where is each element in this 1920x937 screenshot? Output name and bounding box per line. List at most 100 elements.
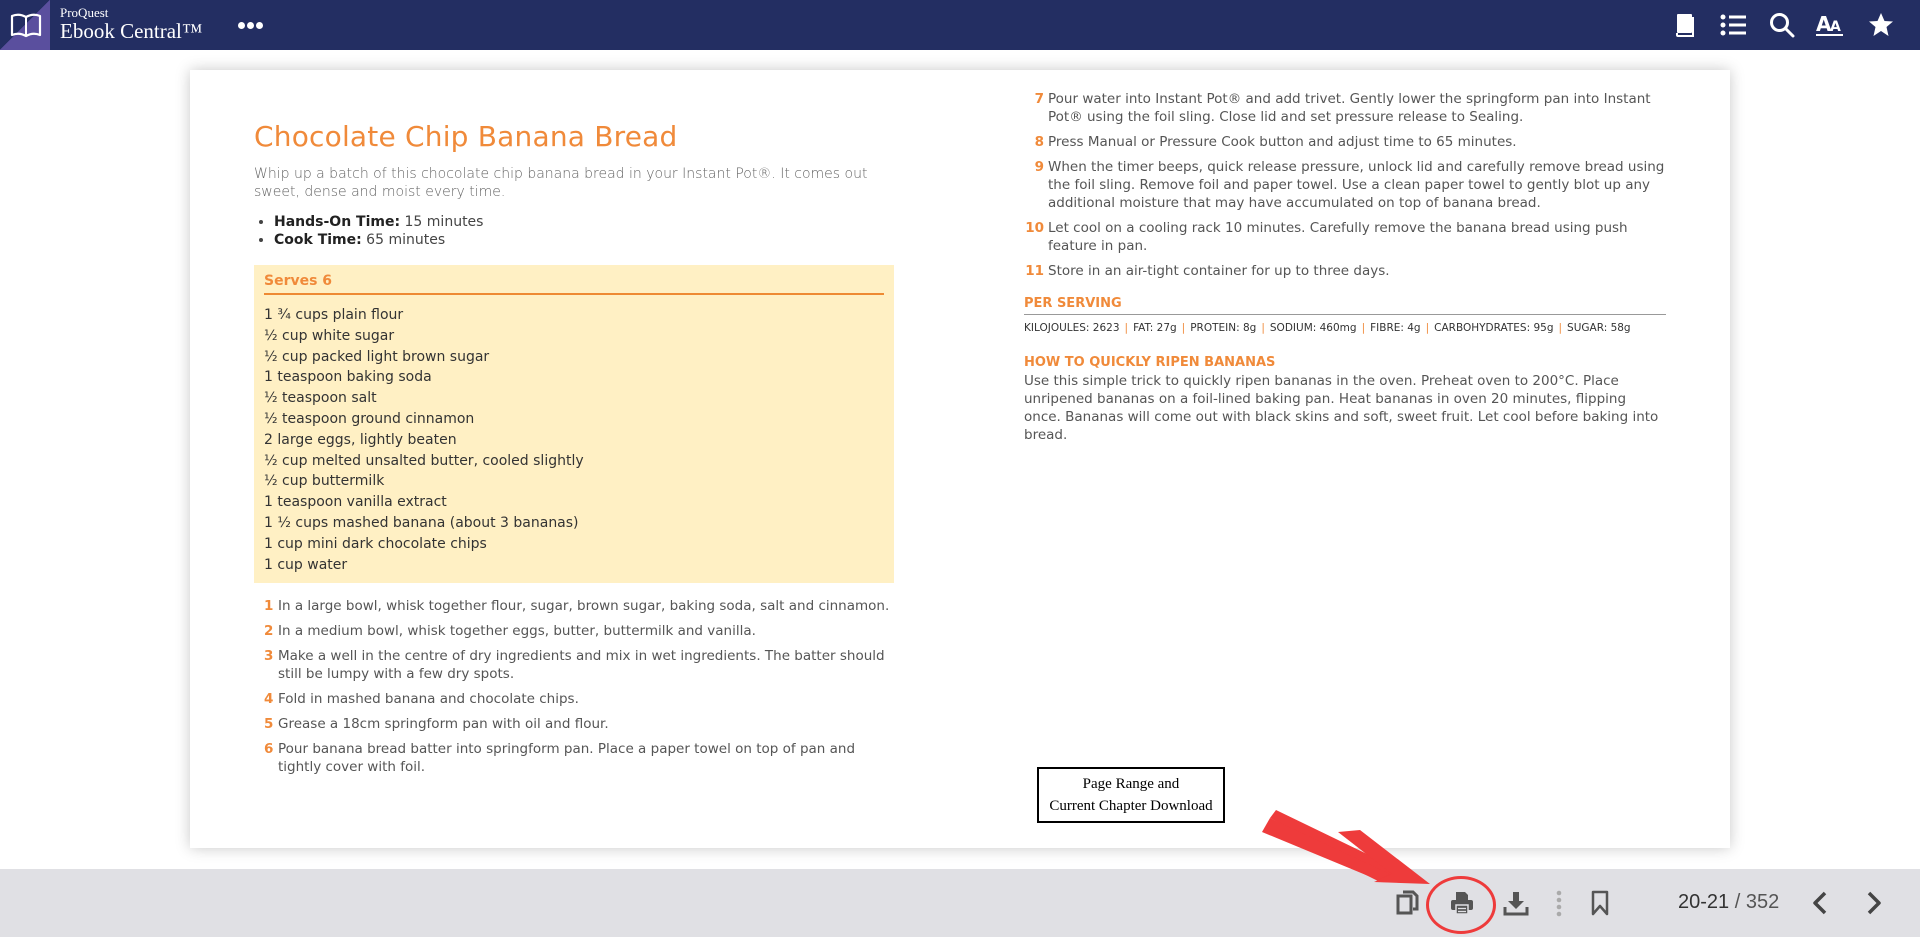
current-page-range: 20-21 [1678, 891, 1730, 913]
hands-on-time: Hands-On Time: 15 minutes [274, 213, 894, 231]
ingredient: 1 cup water [264, 556, 348, 573]
left-page: Chocolate Chip Banana Bread Whip up a ba… [254, 120, 894, 783]
list-icon[interactable] [1718, 11, 1748, 39]
step: 3 Make a well in the centre of dry ingred… [254, 647, 894, 683]
book-icon[interactable] [1670, 11, 1700, 39]
nutrition-item: FAT: 27g [1133, 322, 1177, 334]
recipe-intro: Whip up a batch of this chocolate chip b… [254, 166, 868, 200]
callout-line-1: Page Range and [1082, 776, 1180, 792]
ingredient: ½ cup melted unsalted butter, cooled sli… [264, 452, 584, 469]
ingredients-box: Serves 6 1 ¾ cups plain flour ½ cup whit… [254, 265, 894, 584]
step-text: In a medium bowl, whisk together eggs, b… [278, 623, 756, 640]
ingredient: ½ cup buttermilk [264, 473, 385, 490]
steps-list-right: 7 Pour water into Instant Pot® and add tr… [1024, 90, 1666, 280]
more-vertical-icon[interactable] [1543, 887, 1575, 919]
step-text: Press Manual or Pressure Cook button and… [1048, 134, 1517, 150]
step-text: Store in an air-tight container for up t… [1048, 263, 1390, 279]
step-text: Make a well in the centre of dry ingredi… [278, 648, 885, 683]
step-text: When the timer beeps, quick release pres… [1048, 159, 1665, 211]
nutrition-item: SUGAR: 58g [1567, 322, 1631, 334]
brand-ebook-central: Ebook Central™ [60, 19, 203, 43]
step: 10 Let cool on a cooling rack 10 minutes.… [1024, 219, 1666, 255]
page-indicator: 20-21 / 352 [1678, 891, 1779, 914]
next-page-button[interactable] [1858, 887, 1890, 919]
print-icon[interactable] [1446, 887, 1478, 919]
ingredients-list: 1 ¾ cups plain flour ½ cup white sugar ½… [264, 305, 884, 575]
step-number: 11 [1025, 263, 1044, 279]
step: 1 In a large bowl, whisk together flour, … [254, 597, 894, 615]
step-number: 10 [1025, 220, 1044, 236]
top-header: ProQuest Ebook Central™ AA [0, 0, 1920, 50]
ingredient: 2 large eggs, lightly beaten [264, 431, 457, 448]
step: 5 Grease a 18cm springform pan with oil a… [254, 715, 894, 733]
step-number: 3 [264, 648, 274, 665]
brand[interactable]: ProQuest Ebook Central™ [60, 6, 202, 43]
total-pages: 352 [1745, 891, 1780, 913]
step-number: 6 [264, 741, 274, 758]
page-separator: / [1729, 891, 1746, 913]
step-number: 1 [264, 598, 274, 615]
hands-on-time-label: Hands-On Time: [274, 214, 401, 230]
step-text: Pour water into Instant Pot® and add tri… [1048, 91, 1651, 125]
step-number: 8 [1034, 134, 1044, 150]
step: 9 When the timer beeps, quick release pre… [1024, 158, 1666, 212]
recipe-times: Hands-On Time: 15 minutes Cook Time: 65 … [254, 213, 894, 249]
ingredient: 1 ½ cups mashed banana (about 3 bananas) [264, 514, 579, 531]
ingredient: 1 ¾ cups plain flour [264, 307, 404, 323]
serves-heading: Serves 6 [264, 273, 884, 295]
cook-time-label: Cook Time: [274, 232, 362, 248]
step-text: Fold in mashed banana and chocolate chip… [278, 691, 579, 708]
annotation-callout: Page Range and Current Chapter Download [1037, 767, 1225, 823]
ripen-text: Use this simple trick to quickly ripen b… [1024, 373, 1659, 443]
ingredient: 1 teaspoon vanilla extract [264, 494, 447, 511]
nutrition-item: FIBRE: 4g [1370, 322, 1421, 334]
open-book-icon [10, 13, 42, 38]
nutrition-item: KILOJOULES: 2623 [1024, 322, 1120, 334]
ingredient: ½ teaspoon ground cinnamon [264, 410, 475, 427]
star-icon[interactable] [1866, 11, 1896, 39]
hands-on-time-value: 15 minutes [400, 214, 484, 230]
step-number: 2 [264, 623, 274, 640]
bottom-toolbar: 20-21 / 352 [0, 869, 1920, 937]
callout-line-2: Current Chapter Download [1049, 798, 1213, 814]
right-page: 7 Pour water into Instant Pot® and add tr… [1024, 90, 1666, 444]
nutrition-item: PROTEIN: 8g [1190, 322, 1257, 334]
copy-icon[interactable] [1392, 887, 1424, 919]
step-text: Let cool on a cooling rack 10 minutes. C… [1048, 220, 1628, 254]
ripen-heading: HOW TO QUICKLY RIPEN BANANAS [1024, 355, 1276, 370]
ingredient: 1 teaspoon baking soda [264, 369, 432, 386]
cook-time-value: 65 minutes [361, 232, 446, 248]
text-size-icon[interactable]: AA [1816, 11, 1846, 39]
step: 6 Pour banana bread batter into springfor… [254, 740, 894, 776]
ingredient: ½ cup packed light brown sugar [264, 348, 490, 365]
ingredient: 1 cup mini dark chocolate chips [264, 535, 487, 552]
step-number: 5 [264, 716, 274, 733]
step: 7 Pour water into Instant Pot® and add tr… [1024, 90, 1666, 126]
cook-time: Cook Time: 65 minutes [274, 231, 894, 249]
step-number: 4 [264, 691, 274, 708]
nutrition-item: CARBOHYDRATES: 95g [1434, 322, 1554, 334]
steps-list-left: 1 In a large bowl, whisk together flour, … [254, 597, 894, 776]
step-text: Grease a 18cm springform pan with oil an… [278, 716, 609, 733]
previous-page-button[interactable] [1804, 887, 1836, 919]
download-icon[interactable] [1500, 887, 1532, 919]
step: 8 Press Manual or Pressure Cook button an… [1024, 133, 1666, 151]
step: 4 Fold in mashed banana and chocolate chi… [254, 690, 894, 708]
step-number: 9 [1034, 159, 1044, 175]
recipe-title: Chocolate Chip Banana Bread [254, 120, 678, 153]
nutrition-info: KILOJOULES: 2623 | FAT: 27g | PROTEIN: 8g | SO… [1024, 322, 1631, 334]
brand-proquest: ProQuest [60, 5, 109, 20]
ebook-page-spread: Chocolate Chip Banana Bread Whip up a ba… [190, 70, 1730, 848]
ingredient: ½ cup white sugar [264, 327, 395, 344]
nutrition-item: SODIUM: 460mg [1269, 322, 1357, 334]
ingredient: ½ teaspoon salt [264, 390, 377, 407]
step-number: 7 [1034, 91, 1044, 107]
svg-text:A: A [1830, 19, 1841, 35]
step-text: In a large bowl, whisk together flour, s… [278, 598, 890, 615]
more-options-icon[interactable] [236, 13, 266, 37]
search-icon[interactable] [1767, 11, 1797, 39]
step: 11 Store in an air-tight container for up… [1024, 262, 1666, 280]
step-text: Pour banana bread batter into springform… [278, 741, 856, 776]
logo[interactable] [0, 0, 50, 50]
bookmark-icon[interactable] [1584, 887, 1616, 919]
